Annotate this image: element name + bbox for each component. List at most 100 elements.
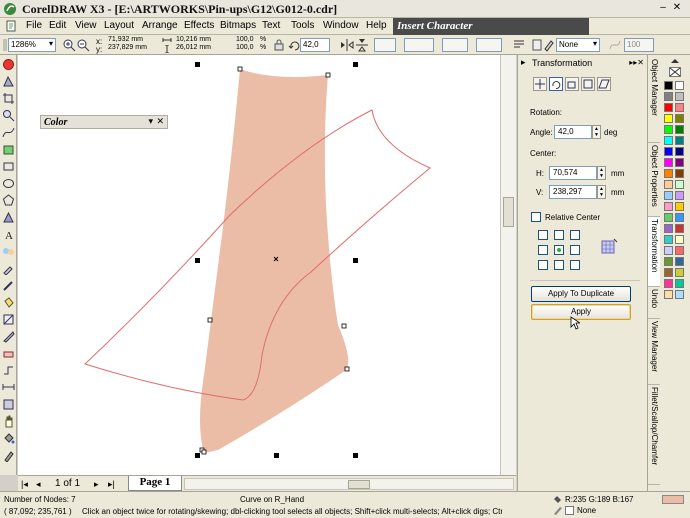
- pan-tool-icon[interactable]: [2, 415, 15, 428]
- palette-swatch[interactable]: [675, 114, 684, 123]
- anchor-bottom-left[interactable]: [538, 260, 548, 270]
- palette-swatch[interactable]: [664, 246, 673, 255]
- palette-swatch[interactable]: [675, 191, 684, 200]
- outline-tool-icon[interactable]: [2, 279, 15, 292]
- interactive-blend-icon[interactable]: [2, 245, 15, 258]
- angle-spinner[interactable]: ▲ ▼: [592, 125, 601, 139]
- rotate-mode-button[interactable]: [549, 77, 563, 91]
- docker-close-icon[interactable]: ▸▸✕: [629, 58, 644, 67]
- shape-option-box-4[interactable]: [476, 38, 502, 52]
- menu-window[interactable]: Window: [323, 20, 359, 31]
- shape-option-box-3[interactable]: [442, 38, 468, 52]
- menu-file[interactable]: File: [26, 20, 42, 31]
- palette-swatch[interactable]: [664, 279, 673, 288]
- center-h-spinner[interactable]: ▲ ▼: [597, 166, 606, 180]
- crop-tool-icon[interactable]: [2, 92, 15, 105]
- minimize-icon[interactable]: –: [656, 1, 670, 15]
- scale-mirror-mode-button[interactable]: [565, 77, 579, 91]
- pick-tool-icon[interactable]: [2, 58, 15, 71]
- transparency-tool-icon[interactable]: [2, 398, 15, 411]
- palette-swatch[interactable]: [664, 202, 673, 211]
- mirror-horizontal-icon[interactable]: [340, 38, 354, 52]
- palette-swatch[interactable]: [664, 114, 673, 123]
- palette-swatch[interactable]: [664, 125, 673, 134]
- menu-view[interactable]: View: [75, 20, 97, 31]
- shape-tool-icon[interactable]: [2, 75, 15, 88]
- menu-effects[interactable]: Effects: [184, 20, 214, 31]
- palette-swatch[interactable]: [664, 268, 673, 277]
- vertical-scrollbar[interactable]: [500, 55, 516, 475]
- anchor-top-left[interactable]: [538, 230, 548, 240]
- knife-tool-icon[interactable]: [2, 330, 15, 343]
- anchor-middle-right[interactable]: [570, 245, 580, 255]
- palette-swatch[interactable]: [675, 202, 684, 211]
- zoom-tool-icon[interactable]: [2, 109, 15, 122]
- palette-swatch[interactable]: [675, 103, 684, 112]
- palette-swatch[interactable]: [675, 290, 684, 299]
- polygon-tool-icon[interactable]: [2, 194, 15, 207]
- insert-character-docker-header[interactable]: Insert Character: [393, 18, 589, 35]
- height-field[interactable]: 26,012 mm: [174, 44, 228, 53]
- fill-tool-icon[interactable]: [2, 296, 15, 309]
- palette-swatch[interactable]: [675, 81, 684, 90]
- position-mode-button[interactable]: [533, 77, 547, 91]
- palette-swatch[interactable]: [664, 92, 673, 101]
- menu-edit[interactable]: Edit: [49, 20, 66, 31]
- apply-button[interactable]: Apply: [531, 304, 631, 320]
- menu-help[interactable]: Help: [366, 20, 387, 31]
- horizontal-scrollbar[interactable]: [184, 478, 514, 490]
- palette-swatch[interactable]: [664, 103, 673, 112]
- eraser-tool-icon[interactable]: [2, 347, 15, 360]
- prev-page-icon[interactable]: ◂: [36, 479, 41, 490]
- palette-swatch[interactable]: [664, 136, 673, 145]
- collapse-arrow-icon[interactable]: ▸: [521, 57, 526, 68]
- palette-swatch[interactable]: [675, 257, 684, 266]
- palette-swatch[interactable]: [664, 235, 673, 244]
- palette-swatch[interactable]: [675, 92, 684, 101]
- no-color-swatch[interactable]: [669, 67, 681, 77]
- wrap-text-icon[interactable]: [512, 38, 526, 52]
- y-position-field[interactable]: 237,829 mm: [106, 44, 158, 53]
- zoom-level-select[interactable]: 1286% ▾: [8, 38, 56, 52]
- outline-pen-tool-icon[interactable]: [2, 449, 15, 462]
- text-tool-icon[interactable]: A: [2, 228, 15, 241]
- palette-swatch[interactable]: [675, 279, 684, 288]
- palette-swatch[interactable]: [664, 147, 673, 156]
- horizontal-scroll-thumb[interactable]: [348, 480, 370, 489]
- palette-scroll-up-icon[interactable]: [669, 57, 681, 65]
- palette-swatch[interactable]: [675, 169, 684, 178]
- center-v-input[interactable]: 238,297: [549, 185, 597, 199]
- drawing-canvas[interactable]: Color ▾ ✕: [18, 55, 516, 475]
- first-page-icon[interactable]: |◂: [21, 479, 28, 490]
- chevron-down-icon[interactable]: ▾: [148, 116, 153, 127]
- anchor-middle-left[interactable]: [538, 245, 548, 255]
- ellipse-tool-icon[interactable]: [2, 177, 15, 190]
- palette-swatch[interactable]: [664, 81, 673, 90]
- outline-scale-field[interactable]: 100: [624, 38, 654, 52]
- palette-swatch[interactable]: [664, 180, 673, 189]
- palette-swatch[interactable]: [675, 213, 684, 222]
- center-h-input[interactable]: 70,574: [549, 166, 597, 180]
- basic-shapes-icon[interactable]: [2, 211, 15, 224]
- menu-bitmaps[interactable]: Bitmaps: [220, 20, 256, 31]
- palette-swatch[interactable]: [675, 268, 684, 277]
- rectangle-tool-icon[interactable]: [2, 160, 15, 173]
- palette-swatch[interactable]: [675, 180, 684, 189]
- convert-to-curves-icon[interactable]: [608, 38, 622, 52]
- menu-tools[interactable]: Tools: [291, 20, 314, 31]
- close-icon[interactable]: ✕: [156, 116, 164, 127]
- interactive-fill-icon[interactable]: [2, 313, 15, 326]
- anchor-bottom-center[interactable]: [554, 260, 564, 270]
- zoom-in-icon[interactable]: [62, 38, 76, 52]
- palette-swatch[interactable]: [675, 158, 684, 167]
- anchor-top-center[interactable]: [554, 230, 564, 240]
- outline-width-select[interactable]: None ▾: [556, 38, 600, 52]
- palette-swatch[interactable]: [664, 191, 673, 200]
- connector-tool-icon[interactable]: [2, 364, 15, 377]
- skew-mode-button[interactable]: [597, 77, 611, 91]
- scale-y-field[interactable]: 100,0: [234, 44, 258, 53]
- vertical-scroll-thumb[interactable]: [503, 197, 514, 227]
- dimension-tool-icon[interactable]: [2, 381, 15, 394]
- lock-ratio-icon[interactable]: [272, 38, 286, 52]
- palette-swatch[interactable]: [664, 158, 673, 167]
